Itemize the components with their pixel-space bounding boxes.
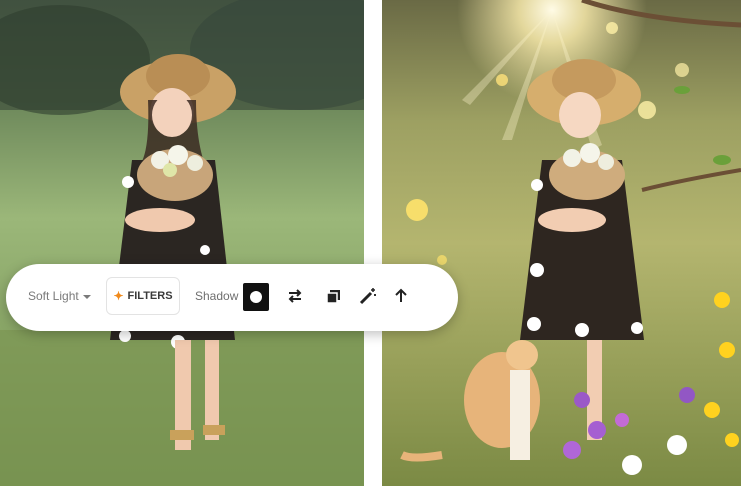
original-photo-panel: [0, 0, 364, 486]
edited-photo: [382, 0, 741, 486]
filters-label: FILTERS: [127, 290, 173, 302]
shadow-toggle-button[interactable]: [243, 283, 269, 311]
duplicate-layers-icon: [326, 290, 340, 304]
edited-photo-panel: [382, 0, 741, 486]
swap-button[interactable]: [285, 286, 305, 306]
caret-down-icon: [82, 295, 91, 299]
magic-wand-button[interactable]: [358, 286, 378, 306]
blend-mode-dropdown[interactable]: Soft Light: [28, 289, 91, 303]
duplicate-button[interactable]: [324, 286, 344, 306]
shadow-option[interactable]: Shadow: [195, 289, 238, 303]
original-photo: [0, 0, 364, 486]
swap-arrows-icon: [288, 289, 302, 303]
arrow-up-icon: [395, 288, 407, 302]
filters-button[interactable]: ✦ FILTERS: [106, 277, 180, 315]
move-up-button[interactable]: [391, 286, 411, 306]
sparkle-icon: ✦: [113, 289, 124, 303]
layer-toolbar: Soft Light ✦ FILTERS Shadow: [6, 264, 458, 331]
magic-wand-icon: [359, 288, 376, 305]
panel-divider: [364, 0, 382, 486]
blend-mode-value: Soft Light: [28, 289, 79, 303]
